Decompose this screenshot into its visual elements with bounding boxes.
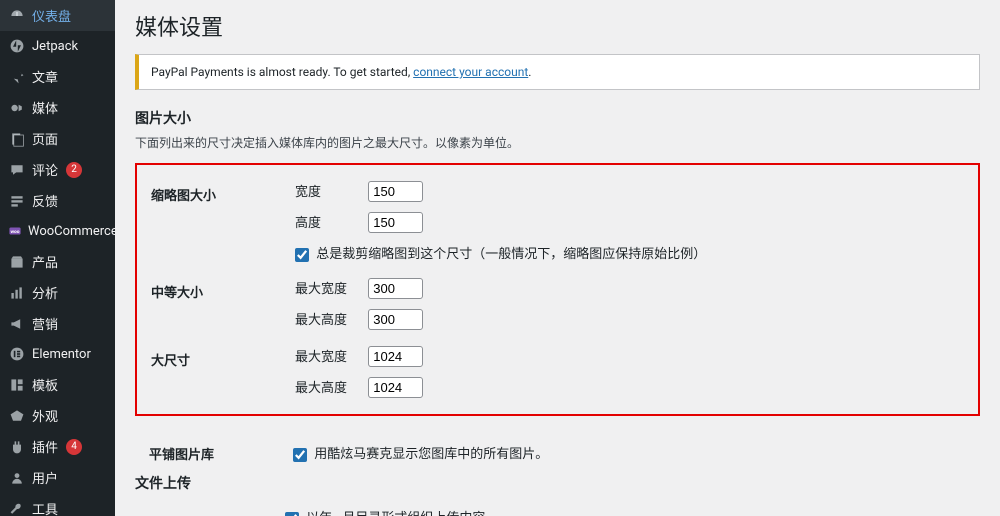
paypal-notice: PayPal Payments is almost ready. To get … <box>135 54 980 90</box>
sidebar-item-appearance[interactable]: 外观 <box>0 400 115 431</box>
notice-link[interactable]: connect your account <box>413 65 528 79</box>
appearance-icon <box>8 407 26 425</box>
section-upload-title: 文件上传 <box>135 473 980 493</box>
thumb-crop-checkbox[interactable] <box>295 248 309 262</box>
sidebar-item-elementor[interactable]: Elementor <box>0 339 115 369</box>
sidebar-item-label: Jetpack <box>32 39 78 54</box>
large-height-label: 最大高度 <box>295 377 365 396</box>
sidebar-item-analytics[interactable]: 分析 <box>0 277 115 308</box>
medium-heading: 中等大小 <box>137 270 287 338</box>
section-image-sizes-title: 图片大小 <box>135 108 980 128</box>
medium-height-input[interactable] <box>368 309 423 330</box>
large-width-input[interactable] <box>368 346 423 367</box>
sidebar-item-label: 产品 <box>32 252 58 271</box>
sidebar-item-label: 文章 <box>32 67 58 86</box>
large-width-label: 最大宽度 <box>295 346 365 365</box>
sidebar-item-label: 外观 <box>32 406 58 425</box>
jetpack-icon <box>8 37 26 55</box>
pin-icon <box>8 68 26 86</box>
admin-sidebar: 仪表盘 Jetpack 文章 媒体 页面 评论 2 反馈 woo W <box>0 0 115 516</box>
plugin-count-badge: 4 <box>66 439 82 455</box>
thumb-crop-label: 总是裁剪缩略图到这个尺寸（一般情况下，缩略图应保持原始比例） <box>316 247 706 262</box>
notice-end: . <box>528 65 531 79</box>
sidebar-item-label: 仪表盘 <box>32 6 71 25</box>
forms-icon <box>8 192 26 210</box>
sidebar-item-label: 媒体 <box>32 98 58 117</box>
woo-icon: woo <box>8 222 22 240</box>
mosaic-checkbox[interactable] <box>293 448 307 462</box>
sidebar-item-marketing[interactable]: 营销 <box>0 308 115 339</box>
analytics-icon <box>8 284 26 302</box>
sidebar-item-label: 模板 <box>32 375 58 394</box>
template-icon <box>8 376 26 394</box>
section-image-sizes-desc: 下面列出来的尺寸决定插入媒体库内的图片之最大尺寸。以像素为单位。 <box>135 134 980 151</box>
medium-height-label: 最大高度 <box>295 309 365 328</box>
sidebar-item-plugins[interactable]: 插件 4 <box>0 431 115 462</box>
notice-text: PayPal Payments is almost ready. To get … <box>151 65 413 79</box>
sidebar-item-label: Elementor <box>32 347 91 362</box>
sidebar-item-woocommerce[interactable]: woo WooCommerce <box>0 216 115 246</box>
plugins-icon <box>8 438 26 456</box>
thumb-height-input[interactable] <box>368 212 423 233</box>
page-icon <box>8 130 26 148</box>
main-content: 媒体设置 PayPal Payments is almost ready. To… <box>115 0 1000 516</box>
sidebar-item-dashboard[interactable]: 仪表盘 <box>0 0 115 31</box>
sidebar-item-label: 插件 <box>32 437 58 456</box>
sidebar-item-label: 营销 <box>32 314 58 333</box>
thumb-heading: 缩略图大小 <box>137 173 287 270</box>
thumb-width-label: 宽度 <box>295 181 365 200</box>
dashboard-icon <box>8 7 26 25</box>
upload-org-checkbox[interactable] <box>285 512 299 516</box>
mosaic-label: 用酷炫马赛克显示您图库中的所有图片。 <box>314 447 548 462</box>
sidebar-item-label: 工具 <box>32 499 58 516</box>
product-icon <box>8 253 26 271</box>
elementor-icon <box>8 345 26 363</box>
thumb-height-label: 高度 <box>295 212 365 231</box>
large-heading: 大尺寸 <box>137 338 287 406</box>
sidebar-item-label: 分析 <box>32 283 58 302</box>
medium-width-label: 最大宽度 <box>295 278 365 297</box>
highlight-box: 缩略图大小 宽度 高度 总是裁剪缩略图到这个尺寸（一般情况下，缩略图应保持 <box>135 163 980 416</box>
sidebar-item-templates[interactable]: 模板 <box>0 369 115 400</box>
page-title: 媒体设置 <box>135 10 980 42</box>
sidebar-item-jetpack[interactable]: Jetpack <box>0 31 115 61</box>
large-height-input[interactable] <box>368 377 423 398</box>
sidebar-item-label: 用户 <box>32 468 58 487</box>
sidebar-item-label: 页面 <box>32 129 58 148</box>
sidebar-item-users[interactable]: 用户 <box>0 462 115 493</box>
upload-org-label: 以年—月目录形式组织上传内容 <box>306 511 485 516</box>
tools-icon <box>8 500 26 516</box>
sidebar-item-tools[interactable]: 工具 <box>0 493 115 516</box>
sidebar-item-label: 反馈 <box>32 191 58 210</box>
sidebar-item-posts[interactable]: 文章 <box>0 61 115 92</box>
sidebar-item-media[interactable]: 媒体 <box>0 92 115 123</box>
mosaic-heading: 平铺图片库 <box>135 432 285 473</box>
sidebar-item-label: 评论 <box>32 160 58 179</box>
sidebar-item-label: WooCommerce <box>28 224 115 239</box>
medium-width-input[interactable] <box>368 278 423 299</box>
sidebar-item-feedback[interactable]: 反馈 <box>0 185 115 216</box>
megaphone-icon <box>8 315 26 333</box>
users-icon <box>8 469 26 487</box>
sidebar-item-comments[interactable]: 评论 2 <box>0 154 115 185</box>
sidebar-item-pages[interactable]: 页面 <box>0 123 115 154</box>
sidebar-item-products[interactable]: 产品 <box>0 246 115 277</box>
comment-count-badge: 2 <box>66 162 82 178</box>
comment-icon <box>8 161 26 179</box>
svg-text:woo: woo <box>10 229 19 235</box>
media-icon <box>8 99 26 117</box>
thumb-width-input[interactable] <box>368 181 423 202</box>
